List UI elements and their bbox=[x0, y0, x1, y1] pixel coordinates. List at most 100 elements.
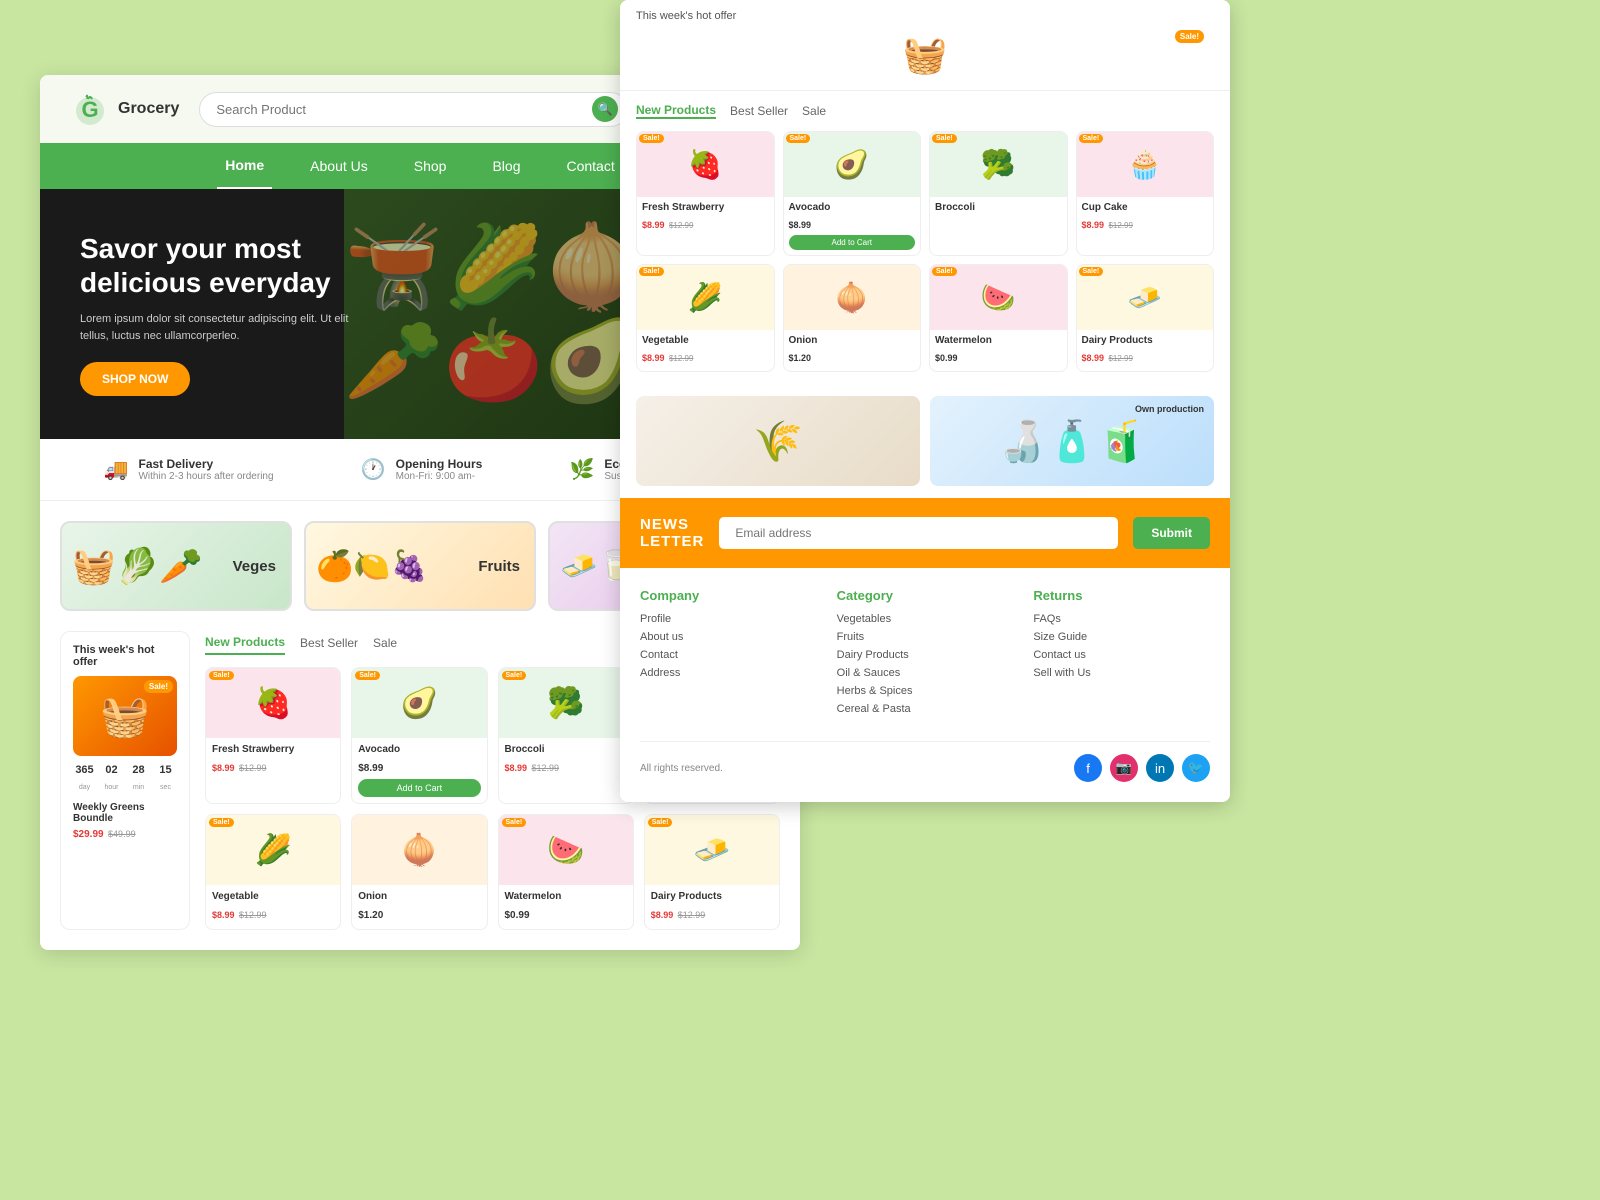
overlay-tab-new-products[interactable]: New Products bbox=[636, 103, 716, 119]
nav-blog[interactable]: Blog bbox=[484, 144, 528, 188]
footer-category-heading: Category bbox=[837, 588, 1014, 603]
countdown-days: 365 day bbox=[73, 764, 96, 794]
footer-link-faqs[interactable]: FAQs bbox=[1033, 613, 1210, 625]
sale-badge: Sale! bbox=[1079, 267, 1104, 276]
product-watermelon-info: Watermelon $0.99 bbox=[499, 885, 633, 929]
nav-shop[interactable]: Shop bbox=[406, 144, 455, 188]
own-production-juices-icon: 🍶🧴🧃 bbox=[997, 418, 1146, 465]
sale-badge: Sale! bbox=[502, 671, 527, 680]
product-vegetable[interactable]: Sale! 🌽 Vegetable $8.99 $12.99 bbox=[205, 814, 341, 930]
product-dairy-name: Dairy Products bbox=[651, 891, 773, 902]
footer-link-address[interactable]: Address bbox=[640, 667, 817, 679]
product-avocado-image: Sale! 🥑 bbox=[352, 668, 486, 738]
newsletter-title: NEWSLETTER bbox=[640, 516, 704, 550]
feature-hours: 🕐 Opening Hours Mon-Fri: 9:00 am- bbox=[361, 457, 483, 482]
countdown-mins: 28 min bbox=[127, 764, 150, 794]
footer-section: Company Profile About us Contact Address… bbox=[620, 568, 1230, 802]
overlay-product-vegetable[interactable]: Sale! 🌽 Vegetable $8.99 $12.99 bbox=[636, 264, 775, 372]
product-dairy-price-new: $8.99 bbox=[651, 910, 674, 920]
overlay-product-strawberry[interactable]: Sale! 🍓 Fresh Strawberry $8.99 $12.99 bbox=[636, 131, 775, 256]
search-input[interactable] bbox=[199, 92, 628, 127]
product-fresh-strawberry[interactable]: Sale! 🍓 Fresh Strawberry $8.99 $12.99 bbox=[205, 667, 341, 804]
feature-delivery-desc: Within 2-3 hours after ordering bbox=[138, 471, 273, 482]
own-production-card-1[interactable]: 🌾 bbox=[636, 396, 920, 486]
own-production-label: 🌾 bbox=[753, 418, 803, 465]
footer-link-vegetables[interactable]: Vegetables bbox=[837, 613, 1014, 625]
category-fruits[interactable]: 🍊🍋🍇 Fruits bbox=[304, 521, 536, 611]
nav-home[interactable]: Home bbox=[217, 143, 272, 189]
product-broccoli[interactable]: Sale! 🥦 Broccoli $8.99 $12.99 bbox=[498, 667, 634, 804]
footer-link-size-guide[interactable]: Size Guide bbox=[1033, 631, 1210, 643]
overlay-broccoli-img: Sale! 🥦 bbox=[930, 132, 1067, 197]
footer-link-profile[interactable]: Profile bbox=[640, 613, 817, 625]
own-production-card-2[interactable]: Own production 🍶🧴🧃 bbox=[930, 396, 1214, 486]
broccoli-icon: 🥦 bbox=[547, 686, 584, 721]
nav-about[interactable]: About Us bbox=[302, 144, 376, 188]
nav-contact[interactable]: Contact bbox=[558, 144, 622, 188]
overlay-vegetable-price-old: $12.99 bbox=[669, 354, 693, 363]
product-dairy-info: Dairy Products $8.99 $12.99 bbox=[645, 885, 779, 929]
overlay-product-cupcake[interactable]: Sale! 🧁 Cup Cake $8.99 $12.99 bbox=[1076, 131, 1215, 256]
overlay-add-cart-button[interactable]: Add to Cart bbox=[789, 235, 916, 250]
overlay-product-avocado[interactable]: Sale! 🥑 Avocado $8.99 Add to Cart bbox=[783, 131, 922, 256]
strawberry-icon: 🍓 bbox=[688, 148, 723, 181]
shop-now-button[interactable]: SHOP NOW bbox=[80, 362, 190, 396]
product-onion[interactable]: 🧅 Onion $1.20 bbox=[351, 814, 487, 930]
overlay-cupcake-img: Sale! 🧁 bbox=[1077, 132, 1214, 197]
svg-text:G: G bbox=[81, 97, 98, 122]
newsletter-submit-button[interactable]: Submit bbox=[1133, 517, 1210, 549]
product-avocado-price: $8.99 bbox=[358, 763, 383, 774]
overlay-product-watermelon[interactable]: Sale! 🍉 Watermelon $0.99 bbox=[929, 264, 1068, 372]
overlay-broccoli-name: Broccoli bbox=[935, 202, 1062, 213]
overlay-cupcake-price-old: $12.99 bbox=[1108, 221, 1132, 230]
tab-new-products[interactable]: New Products bbox=[205, 631, 285, 655]
footer-link-about[interactable]: About us bbox=[640, 631, 817, 643]
add-to-cart-button[interactable]: Add to Cart bbox=[358, 779, 480, 797]
overlay-product-dairy[interactable]: Sale! 🧈 Dairy Products $8.99 $12.99 bbox=[1076, 264, 1215, 372]
product-broccoli-info: Broccoli $8.99 $12.99 bbox=[499, 738, 633, 782]
footer-link-fruits[interactable]: Fruits bbox=[837, 631, 1014, 643]
product-vegetable-price-old: $12.99 bbox=[239, 910, 267, 920]
footer-link-cereal-pasta[interactable]: Cereal & Pasta bbox=[837, 703, 1014, 715]
watermelon-icon: 🍉 bbox=[547, 833, 584, 868]
dairy-icon: 🧈 bbox=[1127, 281, 1162, 314]
twitter-button[interactable]: 🐦 bbox=[1182, 754, 1210, 782]
overlay-onion-price: $1.20 bbox=[789, 353, 812, 363]
footer-link-herbs-spices[interactable]: Herbs & Spices bbox=[837, 685, 1014, 697]
overlay-avocado-info: Avocado $8.99 Add to Cart bbox=[784, 197, 921, 255]
facebook-button[interactable]: f bbox=[1074, 754, 1102, 782]
hot-offer-panel: This week's hot offer Sale! 🧺 365 day 02… bbox=[60, 631, 190, 930]
overlay-strawberry-name: Fresh Strawberry bbox=[642, 202, 769, 213]
feature-hours-title: Opening Hours bbox=[396, 457, 483, 471]
overlay-products: New Products Best Seller Sale Sale! 🍓 Fr… bbox=[620, 91, 1230, 384]
overlay-dairy-img: Sale! 🧈 bbox=[1077, 265, 1214, 330]
watermelon-icon: 🍉 bbox=[981, 281, 1016, 314]
overlay-product-onion[interactable]: 🧅 Onion $1.20 bbox=[783, 264, 922, 372]
footer-link-oil-sauces[interactable]: Oil & Sauces bbox=[837, 667, 1014, 679]
footer-link-dairy-products[interactable]: Dairy Products bbox=[837, 649, 1014, 661]
overlay-tab-sale[interactable]: Sale bbox=[802, 104, 826, 118]
footer-link-sell-with-us[interactable]: Sell with Us bbox=[1033, 667, 1210, 679]
overlay-offer-image: Sale! 🧺 bbox=[636, 30, 1214, 80]
footer-bottom: All rights reserved. f 📷 in 🐦 bbox=[640, 741, 1210, 782]
tab-sale[interactable]: Sale bbox=[373, 632, 397, 654]
product-strawberry-name: Fresh Strawberry bbox=[212, 744, 334, 755]
overlay-sale-badge: Sale! bbox=[1175, 30, 1204, 43]
overlay-onion-img: 🧅 bbox=[784, 265, 921, 330]
product-dairy[interactable]: Sale! 🧈 Dairy Products $8.99 $12.99 bbox=[644, 814, 780, 930]
linkedin-button[interactable]: in bbox=[1146, 754, 1174, 782]
instagram-button[interactable]: 📷 bbox=[1110, 754, 1138, 782]
overlay-tab-best-seller[interactable]: Best Seller bbox=[730, 104, 788, 118]
product-watermelon[interactable]: Sale! 🍉 Watermelon $0.99 bbox=[498, 814, 634, 930]
category-veges[interactable]: 🧺🥬🥕 Veges bbox=[60, 521, 292, 611]
footer-link-contact[interactable]: Contact bbox=[640, 649, 817, 661]
newsletter-email-input[interactable] bbox=[719, 517, 1118, 549]
product-avocado[interactable]: Sale! 🥑 Avocado $8.99 Add to Cart bbox=[351, 667, 487, 804]
tab-best-seller[interactable]: Best Seller bbox=[300, 632, 358, 654]
footer-link-contact-us[interactable]: Contact us bbox=[1033, 649, 1210, 661]
overlay-watermelon-info: Watermelon $0.99 bbox=[930, 330, 1067, 371]
overlay-product-broccoli[interactable]: Sale! 🥦 Broccoli bbox=[929, 131, 1068, 256]
avocado-icon: 🥑 bbox=[401, 686, 438, 721]
footer-returns-heading: Returns bbox=[1033, 588, 1210, 603]
search-button[interactable]: 🔍 bbox=[592, 96, 618, 122]
